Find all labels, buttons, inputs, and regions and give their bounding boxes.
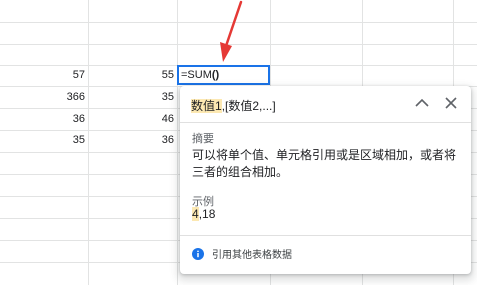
table-cell[interactable]: 35 [88,88,177,106]
function-signature: 数值1,[数值2,...] [191,97,276,114]
popup-header: 数值1,[数值2,...] [180,86,471,123]
formula-text: =SUM [181,69,212,81]
popup-divider [180,235,471,236]
table-cell[interactable]: 57 [0,66,88,84]
active-cell-editor[interactable]: =SUM() [177,65,270,85]
example-highlight: 4 [192,207,199,221]
signature-rest: ,[数值2,...] [221,99,276,113]
table-cell[interactable]: 36 [88,131,177,149]
column-divider [177,0,178,285]
example-text: 4,18 [192,207,215,221]
table-cell[interactable]: 366 [0,88,88,106]
formula-help-popup: 数值1,[数值2,...] 摘要 可以将单个值、单元格引用或是区域相加，或者将三… [180,86,471,274]
close-icon [445,97,457,109]
example-rest: ,18 [198,207,216,221]
collapse-button[interactable] [414,95,430,111]
summary-label: 摘要 [192,133,214,145]
reference-other-sheet-link[interactable]: 引用其他表格数据 [192,246,292,261]
table-cell[interactable]: 35 [0,131,88,149]
table-cell[interactable]: 46 [88,110,177,128]
formula-parens: () [211,69,220,81]
info-icon [192,247,204,260]
annotation-arrow [220,0,243,62]
summary-text: 可以将单个值、单元格引用或是区域相加，或者将三者的组合相加。 [192,148,457,179]
table-cell[interactable]: 55 [88,66,177,84]
close-button[interactable] [443,95,459,111]
table-cell[interactable]: 36 [0,110,88,128]
chevron-up-icon [415,98,429,107]
link-text: 引用其他表格数据 [212,250,292,261]
signature-arg1: 数值1 [191,99,222,113]
